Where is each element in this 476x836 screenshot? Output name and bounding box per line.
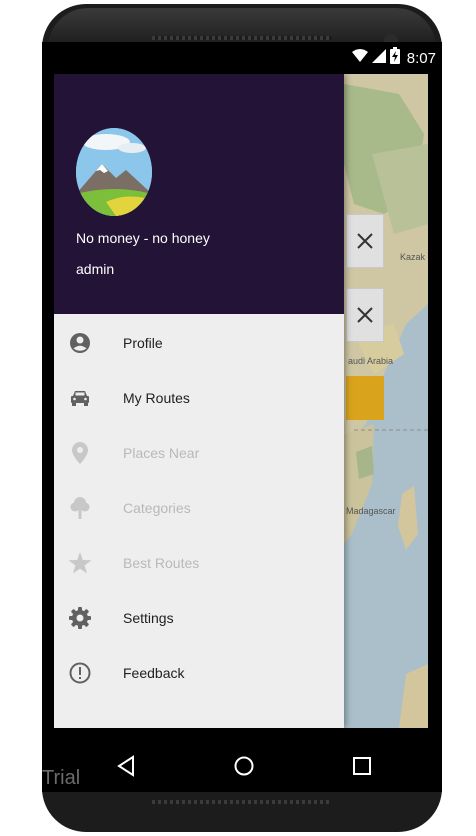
tree-icon [68,496,92,520]
menu-item-settings[interactable]: Settings [54,591,344,646]
close-icon [357,307,373,323]
menu-item-feedback[interactable]: Feedback [54,646,344,701]
mountain-landscape-image [76,128,152,216]
map-label-saudi-arabia: audi Arabia [348,356,394,366]
bottom-speaker [152,800,332,804]
map-label-madagascar: Madagascar [346,506,396,516]
menu-item-places-near[interactable]: Places Near [54,426,344,481]
close-icon [357,233,373,249]
menu-item-label: Categories [123,500,191,516]
earpiece-speaker [152,36,332,40]
alert-circle-icon [68,661,92,685]
location-pin-icon [68,441,92,465]
trial-watermark: Trial [42,767,81,789]
menu-item-profile[interactable]: Profile [54,316,344,371]
navigation-drawer: No money - no honey admin Profile My Rou… [54,74,344,728]
map-close-button-1[interactable] [346,214,384,268]
menu-item-label: Profile [123,335,163,351]
avatar[interactable] [76,128,152,216]
wifi-icon [351,48,368,68]
cell-signal-icon [371,48,386,68]
status-time: 8:07 [406,49,436,67]
gear-icon [68,606,92,630]
drawer-header-subtitle: admin [76,261,115,277]
star-icon [68,551,92,575]
recent-apps-square-icon [353,757,371,775]
menu-item-label: Settings [123,610,174,626]
map-label-kazak: Kazak [400,252,426,262]
status-icons: 8:07 [351,47,436,69]
app-content: Kazak audi Arabia Madagascar No money - … [54,74,428,728]
map-action-button[interactable] [346,376,384,420]
recent-apps-button[interactable] [348,752,376,780]
drawer-header: No money - no honey admin [54,74,344,314]
back-triangle-icon [117,755,134,777]
menu-item-label: Feedback [123,665,185,681]
map-close-button-2[interactable] [346,288,384,342]
account-circle-icon [68,331,92,355]
menu-item-best-routes[interactable]: Best Routes [54,536,344,591]
drawer-menu: Profile My Routes Places Near Categories… [54,316,344,701]
system-navigation-bar [42,738,442,792]
device-screen: 8:07 Kazak audi Arabia Madagascar No mon… [42,42,442,738]
drawer-header-title: No money - no honey [76,230,210,246]
home-button[interactable] [230,752,258,780]
menu-item-categories[interactable]: Categories [54,481,344,536]
menu-item-label: Best Routes [123,555,200,571]
menu-item-label: Places Near [123,445,200,461]
menu-item-my-routes[interactable]: My Routes [54,371,344,426]
car-icon [68,386,92,410]
battery-charging-icon [389,47,400,69]
menu-item-label: My Routes [123,390,190,406]
status-bar: 8:07 [42,42,442,72]
back-button[interactable] [112,752,140,780]
home-circle-icon [234,756,254,776]
